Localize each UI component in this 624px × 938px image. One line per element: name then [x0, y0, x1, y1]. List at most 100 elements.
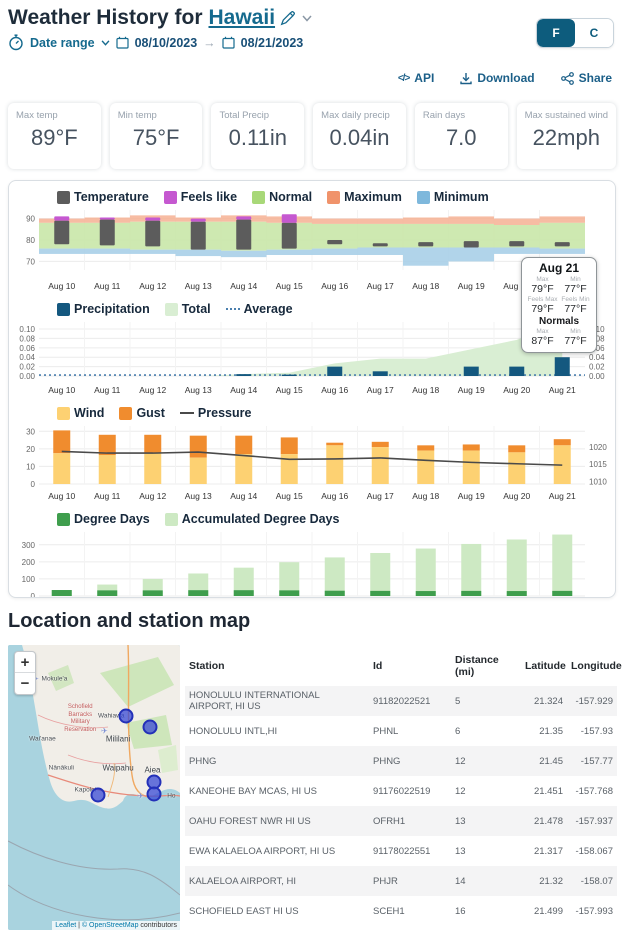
station-cell: 21.35	[521, 716, 567, 746]
station-cell: PHNL	[369, 716, 451, 746]
legend-item[interactable]: Degree Days	[57, 512, 150, 526]
station-row[interactable]: OAHU FOREST NWR HI USOFRH11321.478-157.9…	[185, 806, 617, 836]
station-cell: 21.324	[521, 686, 567, 716]
legend-label: Maximum	[344, 190, 402, 204]
end-date[interactable]: 08/21/2023	[241, 36, 304, 50]
legend-item[interactable]: Normal	[252, 190, 312, 204]
zoom-out-button[interactable]: −	[15, 673, 35, 694]
legend-swatch	[165, 303, 178, 316]
legend-item[interactable]: Average	[226, 302, 293, 316]
stat-value: 22mph	[525, 125, 608, 151]
station-marker[interactable]	[146, 787, 161, 802]
station-cell: HONOLULU INTERNATIONAL AIRPORT, HI US	[185, 686, 369, 716]
station-row[interactable]: HONOLULU INTL,HIPHNL621.35-157.93	[185, 716, 617, 746]
stat-card: Min temp75°F	[110, 103, 203, 169]
legend-item[interactable]: Precipitation	[57, 302, 150, 316]
station-marker[interactable]	[119, 709, 134, 724]
legend-item[interactable]: Pressure	[180, 406, 252, 420]
station-row[interactable]: KANEOHE BAY MCAS, HI US911760225191221.4…	[185, 776, 617, 806]
airport-icon: ✈	[137, 792, 144, 801]
start-date[interactable]: 08/10/2023	[135, 36, 198, 50]
tooltip-feels-min-value: 77°F	[559, 303, 592, 315]
api-button[interactable]: </> API	[398, 71, 434, 85]
station-row[interactable]: EWA KALAELOA AIRPORT, HI US9117802255113…	[185, 836, 617, 866]
degree-days-chart[interactable]: Degree Days Accumulated Degree Days 010020…	[9, 510, 615, 598]
osm-link[interactable]: © OpenStreetMap	[82, 922, 139, 929]
svg-text:90: 90	[26, 215, 35, 224]
legend-item[interactable]: Wind	[57, 406, 104, 420]
legend-swatch	[165, 513, 178, 526]
station-cell: PHNG	[185, 746, 369, 776]
location-link[interactable]: Hawaii	[209, 6, 297, 30]
date-range-control[interactable]: Date range 08/10/2023 → 08/21/2023	[8, 34, 303, 51]
svg-text:0.02: 0.02	[19, 363, 35, 372]
svg-text:Aug 16: Aug 16	[321, 281, 348, 291]
svg-text:0: 0	[31, 480, 36, 489]
legend-item[interactable]: Maximum	[327, 190, 402, 204]
legend-item[interactable]: Minimum	[417, 190, 489, 204]
station-cell: 12	[451, 776, 521, 806]
range-arrow: →	[203, 36, 216, 50]
share-button[interactable]: Share	[561, 71, 612, 85]
station-cell: 6	[451, 716, 521, 746]
stat-card: Total Precip0.11in	[211, 103, 304, 169]
summary-stats: Max temp89°FMin temp75°FTotal Precip0.11…	[8, 103, 616, 169]
legend-item[interactable]: Total	[165, 302, 211, 316]
calendar-icon	[116, 36, 129, 49]
leaflet-link[interactable]: Leaflet	[55, 922, 76, 929]
zoom-in-button[interactable]: +	[15, 652, 35, 673]
station-marker[interactable]	[142, 720, 157, 735]
tooltip-max-label: Max	[526, 276, 559, 283]
date-range-label[interactable]: Date range	[30, 36, 95, 50]
svg-text:Aug 21: Aug 21	[549, 385, 576, 395]
svg-text:0.10: 0.10	[19, 325, 35, 334]
legend-item[interactable]: Accumulated Degree Days	[165, 512, 340, 526]
download-button[interactable]: Download	[460, 71, 534, 85]
stat-label: Max temp	[16, 110, 93, 121]
legend-label: Average	[244, 302, 293, 316]
station-row[interactable]: HONOLULU INTERNATIONAL AIRPORT, HI US911…	[185, 686, 617, 716]
degree-days-plot[interactable]: 0100200300Aug 10Aug 11Aug 12Aug 13Aug 14…	[9, 528, 615, 598]
legend-item[interactable]: Feels like	[164, 190, 237, 204]
charts-panel: Temperature Feels like Normal Maximum Minimu…	[8, 180, 616, 598]
chevron-down-icon[interactable]	[101, 40, 110, 46]
fahrenheit-button[interactable]: F	[537, 19, 575, 47]
edit-pencil-icon[interactable]	[279, 10, 296, 27]
map-zoom-control: + −	[14, 651, 36, 695]
station-cell: KALAELOA AIRPORT, HI	[185, 866, 369, 896]
legend-label: Wind	[74, 406, 104, 420]
station-cell: 5	[451, 686, 521, 716]
chevron-down-icon[interactable]	[302, 15, 312, 22]
station-cell: -157.929	[567, 686, 617, 716]
legend-swatch	[57, 513, 70, 526]
wind-chart[interactable]: Wind Gust Pressure 0102030101010151020Aug 1…	[9, 404, 615, 507]
svg-text:Aug 19: Aug 19	[458, 385, 485, 395]
tooltip-min-value: 77°F	[559, 283, 592, 295]
svg-text:Aug 13: Aug 13	[185, 491, 212, 501]
stations-column-header: Distance (mi)	[451, 648, 521, 686]
map-place-label: Wai'anae	[29, 736, 56, 743]
page-title: Weather History for Hawaii	[8, 6, 312, 30]
legend-item[interactable]: Gust	[119, 406, 164, 420]
station-cell: 21.317	[521, 836, 567, 866]
station-marker[interactable]	[91, 787, 106, 802]
station-row[interactable]: KALAELOA AIRPORT, HIPHJR1421.32-158.07	[185, 866, 617, 896]
station-cell: 91176022519	[369, 776, 451, 806]
page-header: Weather History for Hawaii	[8, 6, 312, 30]
wind-plot[interactable]: 0102030101010151020Aug 10Aug 11Aug 12Aug…	[9, 422, 615, 502]
weather-history-page: Weather History for Hawaii Date range	[0, 0, 624, 938]
station-row[interactable]: PHNGPHNG1221.45-157.77	[185, 746, 617, 776]
station-row[interactable]: SCHOFIELD EAST HI USSCEH11621.499-157.99…	[185, 896, 617, 926]
svg-text:Aug 16: Aug 16	[321, 385, 348, 395]
share-label: Share	[579, 71, 612, 85]
svg-text:Aug 14: Aug 14	[230, 491, 257, 501]
station-map[interactable]: + − Leaflet | © OpenStreetMap contributo…	[8, 645, 180, 930]
share-icon	[561, 72, 574, 85]
stopwatch-icon	[8, 34, 24, 51]
tooltip-normals-min-value: 77°F	[559, 335, 592, 347]
map-section-heading: Location and station map	[8, 610, 250, 633]
stat-card: Max temp89°F	[8, 103, 101, 169]
stat-label: Max daily precip	[321, 110, 398, 121]
legend-item[interactable]: Temperature	[57, 190, 149, 204]
celsius-button[interactable]: C	[575, 19, 613, 47]
